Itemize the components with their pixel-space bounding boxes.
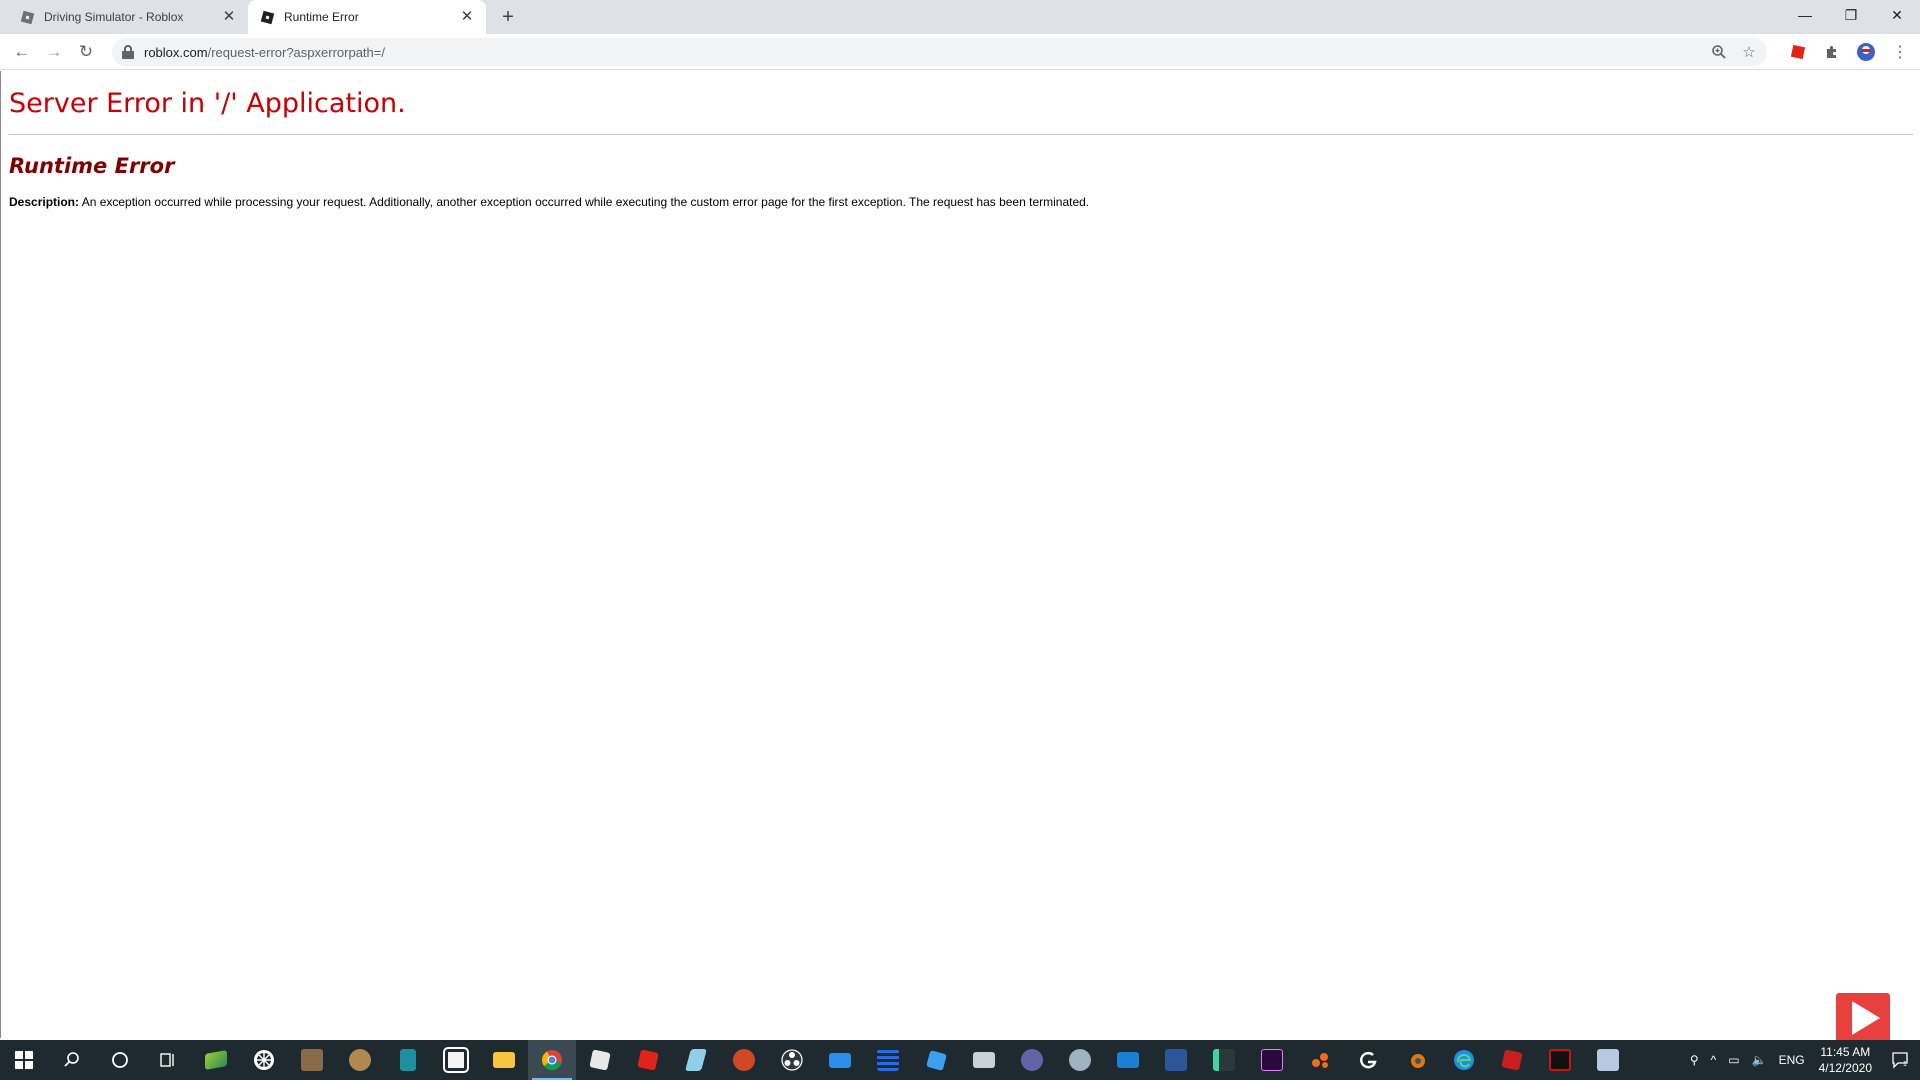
puzzle-extensions-icon[interactable] xyxy=(1818,38,1846,66)
clock[interactable]: 11:45 AM 4/12/2020 xyxy=(1811,1044,1880,1076)
app-game-icon-1[interactable] xyxy=(288,1040,336,1080)
windows-start-icon[interactable] xyxy=(0,1040,48,1080)
tab-strip: Driving Simulator - Roblox ✕ Runtime Err… xyxy=(0,0,1920,34)
mail-icon[interactable] xyxy=(816,1040,864,1080)
restore-icon[interactable]: ❐ xyxy=(1828,0,1874,30)
url-text[interactable]: roblox.com/request-error?aspxerrorpath=/ xyxy=(144,45,385,60)
address-bar[interactable]: roblox.com/request-error?aspxerrorpath=/… xyxy=(112,38,1767,66)
people-icon[interactable]: ⚲ xyxy=(1684,1040,1705,1080)
obs-icon[interactable] xyxy=(768,1040,816,1080)
browser-toolbar: ← → ↻ roblox.com/request-error?aspxerror… xyxy=(0,34,1920,70)
chevron-up-icon[interactable]: ^ xyxy=(1705,1040,1723,1080)
app-window-icon[interactable] xyxy=(1104,1040,1152,1080)
kebab-menu-icon[interactable]: ⋮ xyxy=(1886,38,1914,66)
app-orange-dots-icon[interactable] xyxy=(1296,1040,1344,1080)
app-snowflake-icon[interactable] xyxy=(240,1040,288,1080)
chrome-icon[interactable] xyxy=(528,1040,576,1080)
roblox-player-icon[interactable] xyxy=(576,1040,624,1080)
roblox-favicon-icon xyxy=(260,10,274,24)
bluestacks-icon[interactable] xyxy=(192,1040,240,1080)
app-blue-pen-icon[interactable] xyxy=(672,1040,720,1080)
app-stack-icon[interactable] xyxy=(864,1040,912,1080)
url-host: roblox.com xyxy=(144,44,208,60)
page-content: Server Error in '/' Application. Runtime… xyxy=(0,71,1920,1038)
tab-driving-simulator[interactable]: Driving Simulator - Roblox ✕ xyxy=(8,0,248,34)
zoom-icon[interactable] xyxy=(1709,42,1729,62)
roblox-studio-icon[interactable] xyxy=(912,1040,960,1080)
app-wrench-icon[interactable] xyxy=(1056,1040,1104,1080)
app-computer-icon[interactable] xyxy=(960,1040,1008,1080)
url-path: /request-error?aspxerrorpath=/ xyxy=(207,44,385,60)
teams-icon[interactable] xyxy=(1008,1040,1056,1080)
clock-time: 11:45 AM xyxy=(1820,1045,1871,1059)
tab-title: Driving Simulator - Roblox xyxy=(44,10,184,24)
profile-avatar-icon[interactable] xyxy=(1852,38,1880,66)
page-title: Server Error in '/' Application. xyxy=(9,88,406,119)
error-subtitle: Runtime Error xyxy=(9,154,175,178)
app-game-icon-2[interactable] xyxy=(336,1040,384,1080)
tab-title: Runtime Error xyxy=(284,10,359,24)
app-person-icon[interactable] xyxy=(1584,1040,1632,1080)
app-among-us-icon[interactable] xyxy=(1536,1040,1584,1080)
play-icon xyxy=(1836,993,1890,1043)
blender-icon[interactable] xyxy=(1392,1040,1440,1080)
lock-icon[interactable] xyxy=(122,45,134,59)
cortana-icon[interactable] xyxy=(96,1040,144,1080)
roblox-extension-icon[interactable] xyxy=(1784,38,1812,66)
system-tray: ⚲ ^ ▭ 🔈 ENG 11:45 AM 4/12/2020 1 xyxy=(1684,1040,1920,1080)
new-tab-button[interactable]: + xyxy=(496,6,520,30)
notification-center-icon[interactable]: 1 xyxy=(1880,1040,1920,1080)
notification-count: 1 xyxy=(1903,1061,1907,1068)
roblox-icon[interactable] xyxy=(624,1040,672,1080)
close-tab-icon[interactable]: ✕ xyxy=(220,8,238,26)
close-window-icon[interactable]: ✕ xyxy=(1874,0,1920,30)
logitech-g-icon[interactable] xyxy=(1344,1040,1392,1080)
divider xyxy=(9,134,1913,135)
microsoft-store-icon[interactable] xyxy=(432,1040,480,1080)
network-icon[interactable]: ▭ xyxy=(1722,1040,1745,1080)
clock-date: 4/12/2020 xyxy=(1818,1061,1872,1075)
description-label: Description: xyxy=(9,195,80,209)
roblox-favicon-icon xyxy=(20,10,34,24)
close-tab-icon[interactable]: ✕ xyxy=(458,8,476,26)
description-text: An exception occurred while processing y… xyxy=(81,195,1090,209)
back-icon[interactable]: ← xyxy=(8,38,36,66)
error-description: Description: An exception occurred while… xyxy=(9,195,1089,209)
premiere-pro-icon[interactable] xyxy=(1248,1040,1296,1080)
app-teal-icon[interactable] xyxy=(384,1040,432,1080)
omnibox-actions: ☆ xyxy=(1709,42,1759,62)
extensions-area: ⋮ xyxy=(1784,38,1914,66)
edge-icon[interactable] xyxy=(1440,1040,1488,1080)
word-icon[interactable] xyxy=(1152,1040,1200,1080)
reload-icon[interactable]: ↻ xyxy=(72,38,100,66)
forward-icon[interactable]: → xyxy=(40,38,68,66)
app-red-car-icon[interactable] xyxy=(1488,1040,1536,1080)
filmora-icon[interactable] xyxy=(1200,1040,1248,1080)
taskbar: ⚲ ^ ▭ 🔈 ENG 11:45 AM 4/12/2020 1 xyxy=(0,1040,1920,1080)
bookmark-star-icon[interactable]: ☆ xyxy=(1739,42,1759,62)
task-view-icon[interactable] xyxy=(144,1040,192,1080)
minimize-icon[interactable]: — xyxy=(1782,0,1828,30)
file-explorer-icon[interactable] xyxy=(480,1040,528,1080)
language-indicator[interactable]: ENG xyxy=(1773,1040,1811,1080)
search-icon[interactable] xyxy=(48,1040,96,1080)
volume-icon[interactable]: 🔈 xyxy=(1746,1040,1773,1080)
powerpoint-icon[interactable] xyxy=(720,1040,768,1080)
window-controls: — ❐ ✕ xyxy=(1782,0,1920,30)
tab-runtime-error[interactable]: Runtime Error ✕ xyxy=(248,0,486,34)
